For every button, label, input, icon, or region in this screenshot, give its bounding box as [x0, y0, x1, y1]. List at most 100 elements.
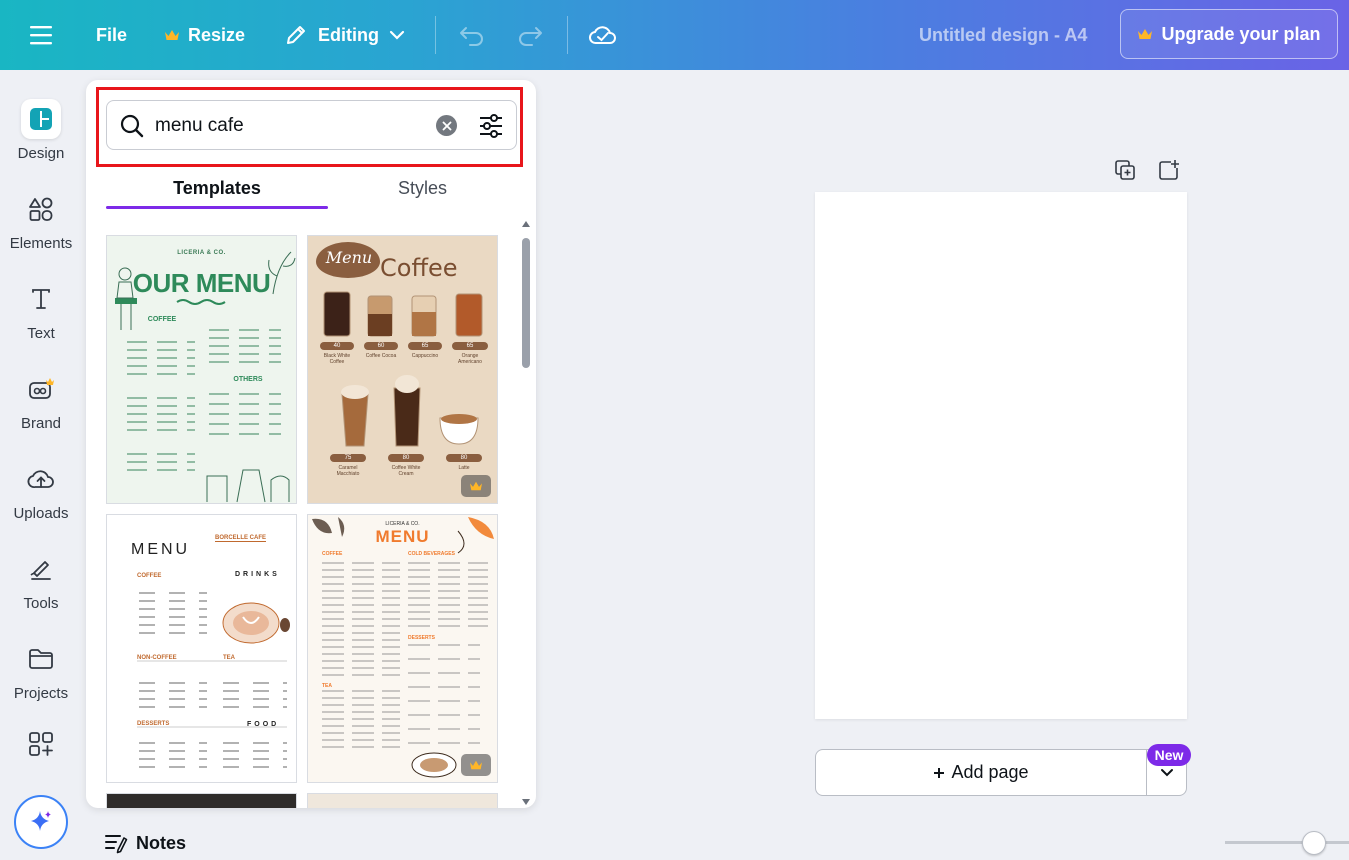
template-title: MENU: [375, 527, 430, 546]
template-section-coffee: COFFEE: [137, 573, 162, 579]
hamburger-menu-button[interactable]: [28, 0, 54, 70]
price-tag: 80: [388, 454, 424, 462]
rail-item-apps[interactable]: [0, 704, 82, 784]
cloud-save-status[interactable]: [588, 0, 618, 70]
rail-label: Projects: [13, 684, 69, 702]
chevron-down-icon: [389, 30, 405, 40]
tab-styles[interactable]: Styles: [328, 166, 517, 210]
notes-label: Notes: [136, 832, 187, 853]
redo-button[interactable]: [516, 0, 544, 70]
rail-label: Elements: [9, 234, 73, 252]
add-page-top-button[interactable]: [1156, 157, 1182, 183]
crown-icon: [470, 481, 482, 491]
duplicate-icon: [1115, 160, 1135, 180]
rail-item-elements[interactable]: Elements: [0, 180, 82, 260]
template-card-borcelle-menu[interactable]: MENU BORCELLE CAFE DRINKS COFFEE NON-COF…: [106, 514, 297, 783]
template-search-box[interactable]: [106, 100, 517, 150]
template-brand: BORCELLE CAFE: [215, 535, 266, 542]
latte-illustration: [411, 752, 457, 778]
scroll-up-arrow-icon[interactable]: [521, 220, 531, 228]
upgrade-plan-button[interactable]: Upgrade your plan: [1120, 9, 1338, 59]
price-tag: 75: [330, 454, 366, 462]
rail-item-design[interactable]: Design: [0, 90, 82, 170]
design-icon: [21, 98, 61, 139]
search-input[interactable]: [155, 113, 425, 139]
premium-badge: [461, 475, 491, 497]
template-section-coffee: COFFEE: [147, 316, 177, 323]
item-name: Coffee White Cream: [391, 465, 421, 477]
tab-label: Styles: [397, 177, 448, 198]
scroll-down-arrow-icon[interactable]: [521, 798, 531, 806]
scrollbar-thumb[interactable]: [522, 238, 530, 368]
rail-item-brand[interactable]: Brand: [0, 360, 82, 440]
redo-icon: [519, 27, 542, 46]
zoom-slider-track[interactable]: [1225, 841, 1349, 844]
cup-row-2: [341, 375, 479, 447]
design-page-canvas[interactable]: [815, 192, 1187, 719]
plus-icon: [934, 767, 945, 778]
menu-item-lines: [322, 562, 488, 748]
undo-icon: [460, 27, 483, 46]
rail-label: Design: [17, 144, 65, 162]
item-name: Black White Coffee: [323, 353, 351, 365]
rail-item-uploads[interactable]: Uploads: [0, 450, 82, 530]
price-tag: 40: [320, 342, 354, 350]
rail-item-text[interactable]: Text: [0, 270, 82, 350]
crown-icon: [470, 760, 482, 770]
clear-search-button[interactable]: [436, 115, 457, 136]
item-name: Cappuccino: [411, 353, 439, 359]
rail-label: Uploads: [13, 504, 69, 522]
rail-label: Brand: [20, 414, 62, 432]
rail-item-projects[interactable]: Projects: [0, 630, 82, 710]
search-icon: [120, 114, 144, 138]
add-page-button[interactable]: Add page: [816, 750, 1146, 795]
template-section-cold: COLD BEVERAGES: [408, 551, 455, 557]
magic-assistant-button[interactable]: [14, 795, 68, 849]
editing-label: Editing: [318, 24, 379, 45]
toolbar-divider: [567, 16, 568, 54]
cup-row-1: [323, 291, 483, 337]
template-card-menu-coffee[interactable]: Menu Coffee 40 Black White Coffee 60 Coffe…: [307, 235, 498, 504]
menu-item-lines: [137, 592, 287, 768]
item-name: Coffee Cocoa: [365, 353, 397, 359]
template-section-noncoffee: NON-COFFEE: [137, 655, 177, 661]
template-script-title: Menu: [325, 248, 373, 267]
resize-button[interactable]: Resize: [164, 0, 245, 70]
brand-icon: [21, 369, 61, 409]
price-tag: 65: [408, 342, 442, 350]
panel-scrollbar[interactable]: [520, 220, 532, 808]
elements-icon: [21, 189, 61, 229]
add-page-label: Add page: [951, 762, 1029, 782]
template-card-liceria-menu[interactable]: LICERIA & CO. MENU COFFEE COLD BEVERAGES…: [307, 514, 498, 783]
filter-button[interactable]: [476, 111, 506, 141]
premium-badge: [461, 754, 491, 776]
sparkle-icon: [31, 811, 51, 831]
price-tag: 80: [446, 454, 482, 462]
upgrade-label: Upgrade your plan: [1161, 23, 1321, 44]
notes-icon: [105, 835, 128, 854]
file-menu-button[interactable]: File: [96, 0, 127, 70]
editing-mode-dropdown[interactable]: Editing: [284, 0, 405, 70]
zoom-slider-handle[interactable]: [1302, 831, 1326, 855]
panel-tabs: Templates Styles: [106, 166, 517, 210]
tab-label: Templates: [173, 177, 261, 198]
template-card-our-menu[interactable]: LICERIA & CO. OUR MENU COFFEE OTHERS: [106, 235, 297, 504]
template-card-partial-dark[interactable]: [106, 793, 297, 808]
design-panel: Templates Styles LICERIA & CO. OUR MENU …: [86, 80, 536, 808]
template-title: Coffee: [380, 254, 458, 282]
tab-templates[interactable]: Templates: [106, 166, 328, 210]
wave-decoration: [176, 299, 226, 305]
item-name: Latte: [458, 465, 470, 471]
undo-button[interactable]: [458, 0, 486, 70]
crown-icon: [1138, 29, 1153, 39]
price-tag: 60: [364, 342, 398, 350]
template-card-partial-light[interactable]: [307, 793, 498, 808]
rail-item-tools[interactable]: Tools: [0, 540, 82, 620]
top-bar: File Resize Editing Untitled design - A4…: [0, 0, 1349, 70]
notes-button[interactable]: Notes: [104, 828, 186, 858]
illustration-plant: [268, 251, 296, 295]
duplicate-page-button[interactable]: [1112, 157, 1138, 183]
rail-label: Text: [27, 324, 55, 342]
document-title[interactable]: Untitled design - A4: [919, 0, 1087, 70]
toolbar-divider: [435, 16, 436, 54]
